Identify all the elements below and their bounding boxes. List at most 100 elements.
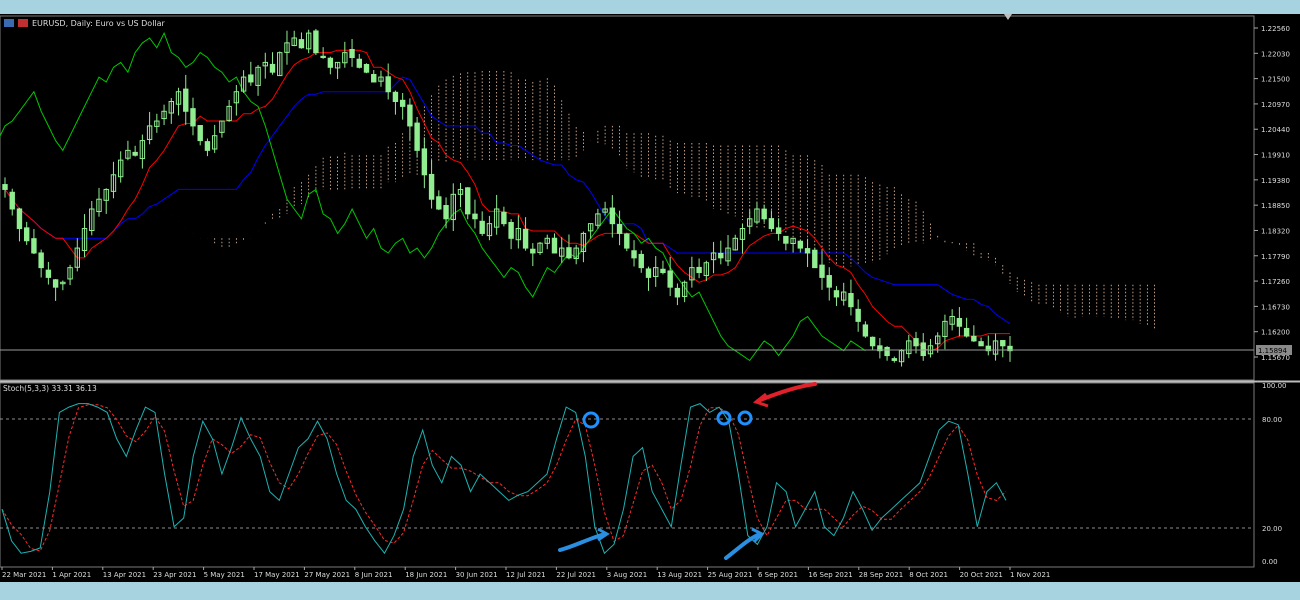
time-tick-label: 20 Oct 2021 bbox=[960, 571, 1003, 579]
time-tick-label: 8 Oct 2021 bbox=[909, 571, 948, 579]
candle-body bbox=[631, 250, 637, 259]
current-price-label: 1.15894 bbox=[1258, 347, 1287, 355]
annotations bbox=[558, 382, 817, 560]
candle-body bbox=[551, 237, 558, 254]
candle-body bbox=[472, 213, 478, 220]
candle-body bbox=[399, 99, 406, 107]
candle-body bbox=[891, 358, 898, 361]
candle-body bbox=[855, 308, 861, 322]
time-tick-label: 1 Apr 2021 bbox=[52, 571, 91, 579]
time-tick-label: 17 May 2021 bbox=[254, 571, 300, 579]
candle-body bbox=[530, 248, 536, 254]
candle-body bbox=[971, 335, 977, 342]
price-tick-label: 1.21500 bbox=[1261, 76, 1290, 84]
time-tick-label: 27 May 2021 bbox=[304, 571, 350, 579]
price-panel[interactable] bbox=[0, 15, 1255, 381]
stoch-label: Stoch(5,3,3) 33.31 36.13 bbox=[3, 384, 97, 393]
price-tick-label: 1.15670 bbox=[1261, 354, 1290, 362]
stoch-main-line bbox=[1, 403, 1007, 555]
candle-body bbox=[963, 327, 970, 337]
candle-body bbox=[298, 39, 305, 49]
candle-body bbox=[826, 275, 832, 288]
candle-body bbox=[190, 108, 196, 127]
candle-body bbox=[624, 233, 630, 249]
candle-body bbox=[248, 74, 254, 83]
time-tick-label: 30 Jun 2021 bbox=[456, 571, 498, 579]
time-tick-label: 6 Sep 2021 bbox=[758, 571, 798, 579]
candle-body bbox=[436, 196, 442, 210]
blue-arrow-1 bbox=[558, 532, 607, 552]
candle-body bbox=[761, 208, 767, 220]
chart-window[interactable]: EURUSD, Daily: Euro vs US Dollar 1.22560… bbox=[0, 14, 1300, 582]
time-tick-label: 23 Apr 2021 bbox=[153, 571, 196, 579]
candle-body bbox=[674, 287, 681, 298]
candle-body bbox=[38, 252, 44, 269]
candle-body bbox=[16, 208, 23, 230]
candle-body bbox=[183, 88, 189, 112]
stoch-lines bbox=[1, 403, 1007, 555]
candle-body bbox=[465, 187, 471, 215]
candle-body bbox=[349, 48, 355, 59]
candle-body bbox=[320, 55, 326, 59]
chart-title: EURUSD, Daily: Euro vs US Dollar bbox=[32, 19, 166, 28]
candle-body bbox=[356, 58, 362, 68]
candle-body bbox=[913, 338, 919, 347]
price-tick-label: 1.18850 bbox=[1261, 202, 1290, 210]
candle-body bbox=[833, 290, 840, 298]
candle-body bbox=[696, 266, 702, 274]
time-tick-label: 13 Aug 2021 bbox=[657, 571, 702, 579]
chart-canvas[interactable]: EURUSD, Daily: Euro vs US Dollar 1.22560… bbox=[0, 14, 1300, 582]
candle-body bbox=[522, 228, 529, 249]
candle-body bbox=[920, 342, 926, 357]
price-tick-label: 1.18320 bbox=[1261, 227, 1290, 235]
stoch-level-label: 100.00 bbox=[1262, 382, 1287, 390]
trade-icon bbox=[18, 19, 28, 27]
candles bbox=[2, 28, 1013, 367]
candle-body bbox=[1000, 340, 1006, 347]
candle-body bbox=[609, 207, 616, 225]
candle-body bbox=[638, 253, 644, 269]
candle-body bbox=[768, 218, 775, 230]
candle-body bbox=[392, 91, 399, 103]
candle-body bbox=[363, 64, 370, 73]
candle-body bbox=[718, 252, 724, 259]
candle-body bbox=[132, 151, 138, 156]
ichimoku-cloud bbox=[214, 70, 1156, 329]
price-tick-label: 1.22030 bbox=[1261, 50, 1290, 58]
stoch-level-label: 20.00 bbox=[1262, 525, 1282, 533]
candle-body bbox=[197, 125, 203, 142]
candle-body bbox=[204, 141, 211, 151]
candle-body bbox=[783, 235, 789, 244]
time-tick-label: 5 May 2021 bbox=[204, 571, 245, 579]
candle-body bbox=[385, 76, 391, 93]
candle-body bbox=[812, 249, 818, 269]
stoch-axis: 100.00 80.00 20.00 0.00 bbox=[1262, 382, 1287, 566]
red-arrow bbox=[756, 382, 817, 403]
price-tick-label: 1.17790 bbox=[1261, 253, 1290, 261]
candle-body bbox=[667, 270, 673, 288]
time-tick-label: 3 Aug 2021 bbox=[607, 571, 647, 579]
time-axis: 22 Mar 2021 1 Apr 2021 13 Apr 2021 23 Apr 2… bbox=[1, 567, 1050, 579]
stoch-level-label: 0.00 bbox=[1262, 558, 1278, 566]
stoch-signal-line bbox=[1, 404, 1007, 552]
price-axis: 1.22560 1.22030 1.21500 1.20970 1.20440 1.199… bbox=[1254, 25, 1290, 362]
time-tick-label: 8 Jun 2021 bbox=[355, 571, 393, 579]
chart-shift-marker[interactable] bbox=[1004, 14, 1012, 20]
candle-body bbox=[804, 248, 811, 254]
stoch-panel[interactable] bbox=[0, 382, 1255, 568]
price-tick-label: 1.17260 bbox=[1261, 278, 1290, 286]
chart-icon bbox=[4, 19, 14, 27]
candle-body bbox=[313, 30, 319, 54]
stoch-level-label: 80.00 bbox=[1262, 416, 1282, 424]
candle-body bbox=[797, 240, 804, 249]
time-tick-label: 13 Apr 2021 bbox=[103, 571, 146, 579]
candle-body bbox=[31, 238, 37, 254]
candle-body bbox=[616, 224, 623, 234]
time-tick-label: 12 Jul 2021 bbox=[506, 571, 546, 579]
time-tick-label: 18 Jun 2021 bbox=[405, 571, 447, 579]
price-tick-label: 1.16730 bbox=[1261, 303, 1290, 311]
candle-body bbox=[2, 184, 8, 190]
blue-arrow-2 bbox=[724, 532, 762, 560]
candle-body bbox=[479, 220, 485, 234]
price-tick-label: 1.16200 bbox=[1261, 329, 1290, 337]
